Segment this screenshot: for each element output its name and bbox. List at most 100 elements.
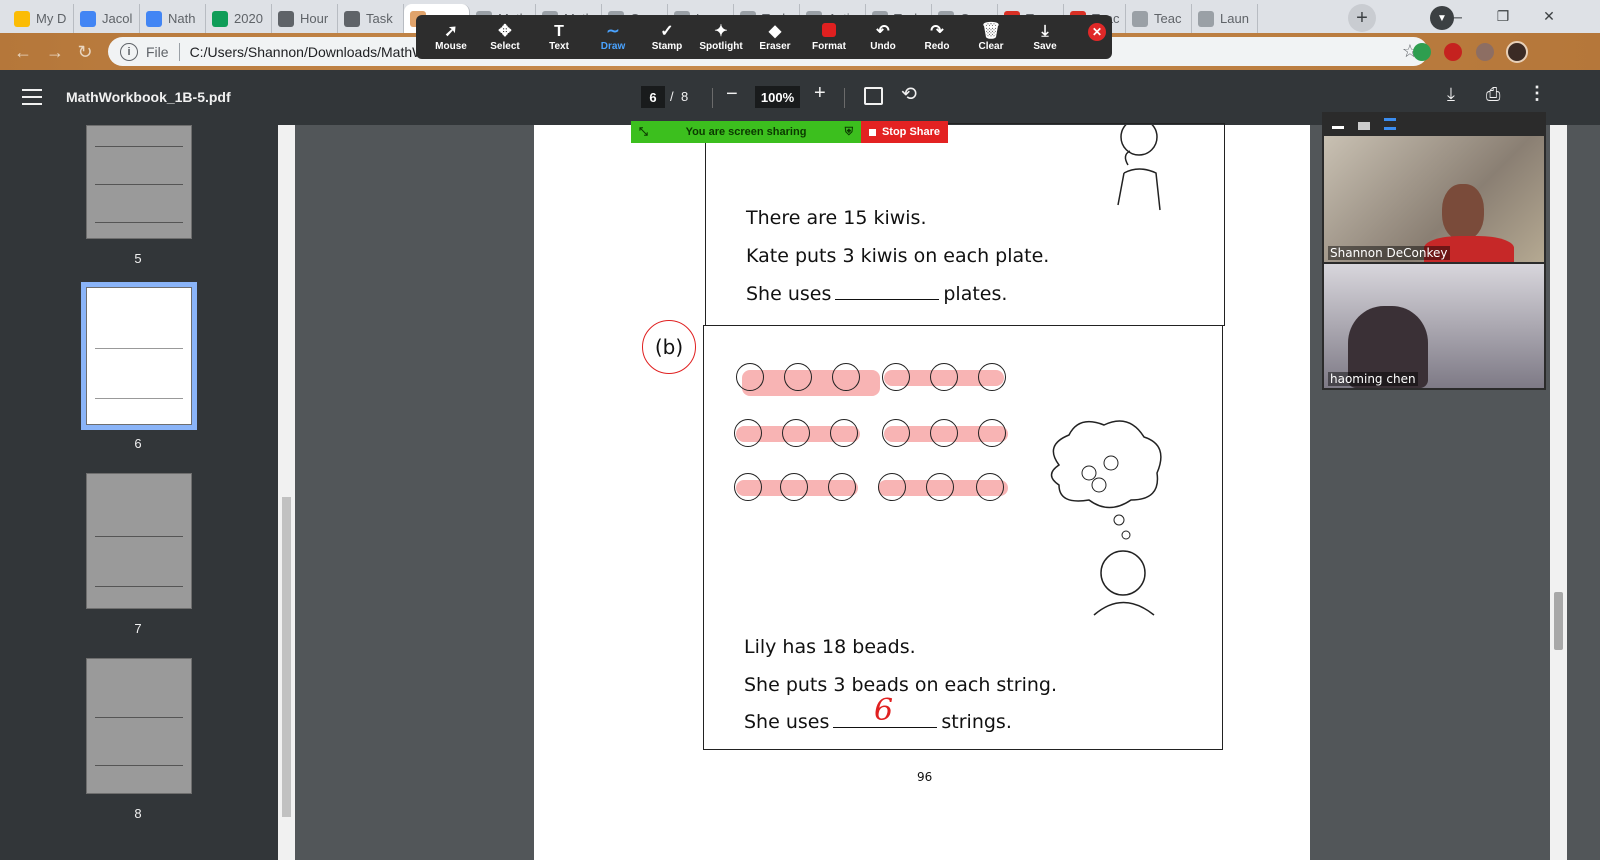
exercise-b-line-3-end: strings. — [941, 711, 1012, 733]
thumbnail-page-6[interactable] — [86, 287, 192, 425]
gallery-view-icon[interactable] — [1384, 118, 1396, 130]
exercise-b-line-2: She puts 3 beads on each string. — [744, 674, 1057, 696]
stamp-icon: ✓ — [660, 22, 674, 40]
tool-label: Redo — [924, 40, 950, 52]
browser-tab[interactable]: Laun — [1192, 4, 1258, 33]
stop-share-button[interactable]: Stop Share — [861, 121, 948, 143]
clear-tool-button[interactable]: 🗑 Clear — [964, 17, 1018, 57]
reload-icon[interactable]: ↻ — [72, 39, 98, 65]
eraser-tool-button[interactable]: ◆ Eraser — [748, 17, 802, 57]
tab-label: Nath — [168, 11, 196, 26]
eraser-icon: ◆ — [768, 22, 782, 40]
site-info-icon[interactable]: i — [120, 42, 138, 61]
browser-tab[interactable]: Task — [338, 4, 404, 33]
tab-label: Jacol — [102, 11, 133, 26]
browser-tab[interactable]: Nath — [140, 4, 206, 33]
browser-tab[interactable]: Hour — [272, 4, 338, 33]
ublock-extension-icon[interactable] — [1444, 43, 1462, 61]
thumbnail-page-5[interactable] — [86, 125, 192, 239]
bead — [978, 419, 1006, 447]
print-icon[interactable]: ⎙ — [1486, 84, 1500, 105]
undo-tool-button[interactable]: ↶ Undo — [856, 17, 910, 57]
page-total: 8 — [681, 89, 689, 104]
bead — [882, 419, 910, 447]
forward-icon[interactable]: → — [42, 39, 68, 65]
thumbnail-label: 6 — [134, 436, 142, 451]
tab-favicon-icon — [1198, 10, 1214, 27]
new-tab-button[interactable]: + — [1348, 4, 1376, 32]
participant-video — [1442, 184, 1484, 240]
stamp-tool-button[interactable]: ✓ Stamp — [640, 17, 694, 57]
select-tool-button[interactable]: ✥ Select — [478, 17, 532, 57]
bead — [734, 473, 762, 501]
bead — [832, 363, 860, 391]
browser-tab[interactable]: 2020 — [206, 4, 272, 33]
tab-favicon-icon — [344, 10, 360, 27]
zoom-out-button[interactable]: − — [726, 83, 738, 106]
screen-share-status[interactable]: ⤡ You are screen sharing ⛨ — [631, 121, 861, 143]
minimize-video-icon[interactable] — [1332, 126, 1344, 129]
tab-label: 2020 — [234, 11, 263, 26]
more-options-icon[interactable]: ⋮ — [1528, 83, 1546, 104]
zoom-in-button[interactable]: + — [814, 82, 826, 105]
redo-tool-button[interactable]: ↷ Redo — [910, 17, 964, 57]
speaker-view-icon[interactable] — [1358, 122, 1370, 130]
thumbnail-page-8[interactable] — [86, 658, 192, 794]
restore-window-button[interactable]: ❐ — [1480, 0, 1526, 33]
exercise-a-line-1: There are 15 kiwis. — [746, 207, 927, 229]
download-icon[interactable]: ⤓ — [1447, 84, 1455, 105]
fit-to-page-icon[interactable] — [864, 87, 883, 105]
participant-name: haoming chen — [1328, 372, 1418, 386]
tab-favicon-icon — [146, 10, 162, 27]
document-scrollbar-thumb[interactable] — [1554, 592, 1563, 650]
bead — [930, 363, 958, 391]
bead — [930, 419, 958, 447]
menu-icon[interactable] — [22, 87, 42, 107]
draw-tool-button[interactable]: ∼ Draw — [586, 17, 640, 57]
mouse-tool-button[interactable]: ➚ Mouse — [424, 17, 478, 57]
address-divider — [178, 42, 180, 61]
sidebar-scrollbar-thumb[interactable] — [282, 497, 291, 817]
page-separator: / — [670, 89, 674, 104]
extension-puzzle-icon[interactable] — [1476, 43, 1494, 61]
tab-label: My D — [36, 11, 67, 26]
page-number-input[interactable] — [641, 86, 665, 108]
stop-icon — [868, 128, 876, 136]
save-tool-button[interactable]: ⤓ Save — [1018, 17, 1072, 57]
scheme-label: File — [146, 43, 169, 60]
toolbar-divider — [712, 88, 713, 108]
profile-avatar[interactable] — [1506, 41, 1528, 63]
bead — [878, 473, 906, 501]
bead — [926, 473, 954, 501]
exercise-a-line-3-end: plates. — [943, 283, 1008, 305]
browser-tab[interactable]: Jacol — [74, 4, 140, 33]
annotation-tools: ➚ Mouse ✥ Select T Text ∼ Draw ✓ Stamp ✦ Spotlight ◆… — [424, 17, 1072, 57]
cursor-icon: ➚ — [444, 22, 458, 40]
extension-icon[interactable] — [1413, 43, 1431, 61]
format-tool-button[interactable]: Format — [802, 17, 856, 57]
tab-favicon-icon — [1132, 10, 1148, 27]
video-tile-haoming[interactable]: haoming chen — [1324, 264, 1544, 388]
exercise-a-line-2: Kate puts 3 kiwis on each plate. — [746, 245, 1050, 267]
thumbnail-label: 8 — [134, 806, 142, 821]
video-tile-shannon[interactable]: Shannon DeConkey — [1324, 136, 1544, 262]
answer-blank — [835, 285, 940, 300]
browser-tab[interactable]: Teac — [1126, 4, 1192, 33]
browser-tab[interactable]: My D — [8, 4, 74, 33]
bead — [978, 363, 1006, 391]
thumbnail-page-7[interactable] — [86, 473, 192, 609]
minimize-window-button[interactable]: ─ — [1434, 0, 1480, 33]
document-scrollbar[interactable] — [1550, 125, 1567, 860]
close-annotation-button[interactable]: ✕ — [1088, 23, 1106, 41]
zoom-level-input[interactable] — [755, 86, 800, 108]
back-icon[interactable]: ← — [10, 39, 36, 65]
document-title: MathWorkbook_1B-5.pdf — [66, 89, 231, 105]
zoom-annotation-toolbar: ➚ Mouse ✥ Select T Text ∼ Draw ✓ Stamp ✦ Spotlight ◆… — [416, 15, 1112, 59]
text-tool-button[interactable]: T Text — [532, 17, 586, 57]
close-window-button[interactable]: ✕ — [1526, 0, 1572, 33]
tab-label: Laun — [1220, 11, 1249, 26]
rotate-icon[interactable]: ⟲ — [901, 83, 917, 106]
spotlight-tool-button[interactable]: ✦ Spotlight — [694, 17, 748, 57]
spotlight-icon: ✦ — [714, 22, 728, 40]
tab-favicon-icon — [14, 10, 30, 27]
